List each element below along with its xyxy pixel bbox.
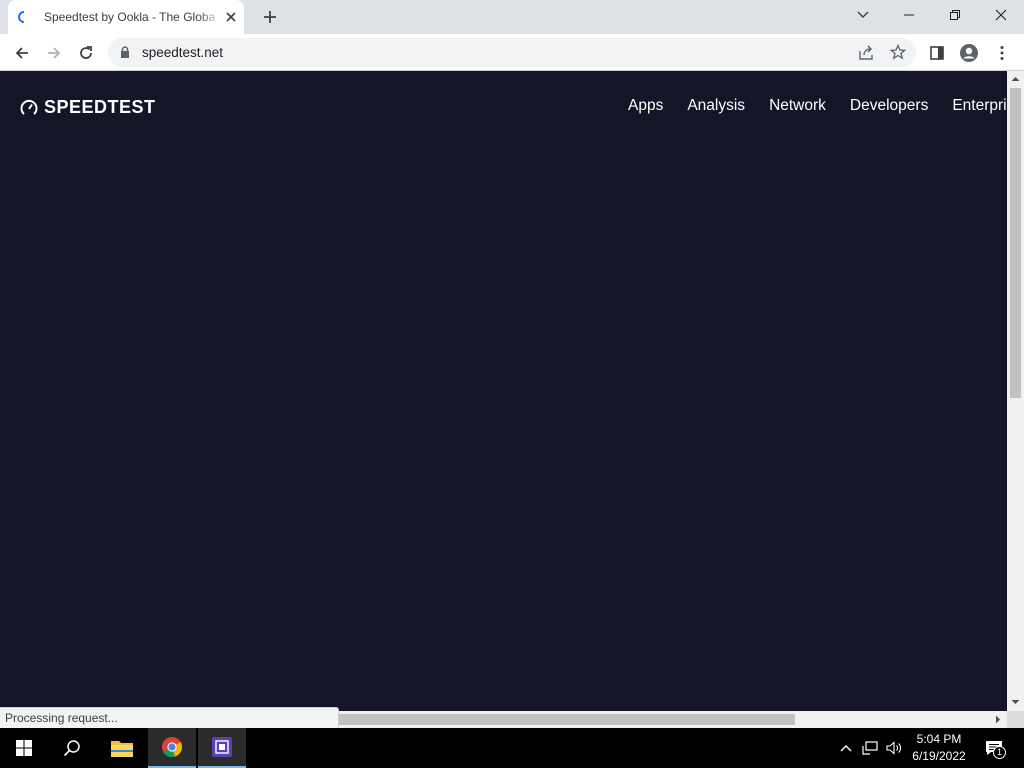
menu-button[interactable] xyxy=(988,39,1016,67)
file-explorer-icon xyxy=(111,741,133,757)
close-icon xyxy=(995,9,1007,21)
address-bar[interactable]: speedtest.net xyxy=(108,38,916,67)
scroll-right-arrow-icon[interactable] xyxy=(994,715,1002,724)
tab-title: Speedtest by Ookla - The Global Broadban… xyxy=(44,10,216,24)
share-icon[interactable] xyxy=(858,45,874,61)
restore-button[interactable] xyxy=(932,0,978,30)
windows-start-icon xyxy=(16,740,32,756)
nav-enterprise[interactable]: Enterprise xyxy=(952,97,1007,115)
status-bubble: Processing request... xyxy=(0,707,339,728)
chevron-down-icon xyxy=(857,11,869,18)
chevron-up-icon xyxy=(840,745,852,752)
side-panel-icon xyxy=(930,46,944,60)
horizontal-scroll-thumb[interactable] xyxy=(339,714,795,725)
action-center-button[interactable]: 1 xyxy=(982,738,1006,759)
nav-developers[interactable]: Developers xyxy=(850,97,928,115)
tab-strip: Speedtest by Ookla - The Global Broadban… xyxy=(0,0,1024,34)
start-button[interactable] xyxy=(0,728,48,768)
vertical-scroll-thumb[interactable] xyxy=(1010,88,1021,398)
close-window-button[interactable] xyxy=(978,0,1024,30)
scroll-down-arrow-icon[interactable] xyxy=(1011,698,1020,706)
vertical-scrollbar[interactable] xyxy=(1007,71,1024,711)
new-tab-icon[interactable] xyxy=(259,6,281,28)
speedtest-favicon-icon xyxy=(18,11,25,23)
main-navigation: Apps Analysis Network Developers Enterpr… xyxy=(628,97,1007,115)
profile-avatar-icon xyxy=(960,44,978,62)
browser-toolbar: speedtest.net xyxy=(0,34,1024,71)
clock-time: 5:04 PM xyxy=(916,732,962,746)
minimize-button[interactable] xyxy=(886,0,932,30)
scroll-up-arrow-icon[interactable] xyxy=(1011,75,1020,83)
network-icon xyxy=(862,741,878,755)
nav-apps[interactable]: Apps xyxy=(628,97,663,115)
nav-analysis[interactable]: Analysis xyxy=(687,97,745,115)
bookmark-star-icon[interactable] xyxy=(890,44,906,60)
nav-network[interactable]: Network xyxy=(769,97,826,115)
network-tray-button[interactable] xyxy=(860,738,880,758)
forward-arrow-icon xyxy=(48,47,61,59)
lock-icon[interactable] xyxy=(120,46,130,58)
more-vertical-icon xyxy=(1000,46,1004,60)
volume-tray-button[interactable] xyxy=(884,738,904,758)
app-icon xyxy=(212,737,232,757)
close-tab-icon[interactable] xyxy=(224,10,238,24)
speaker-volume-icon xyxy=(886,741,901,755)
show-hidden-icons-button[interactable] xyxy=(836,738,856,758)
windows-taskbar: 5:04 PM 6/19/2022 1 xyxy=(0,728,1024,768)
page-viewport: SPEEDTEST Apps Analysis Network Develope… xyxy=(0,71,1007,711)
taskbar-clock[interactable]: 5:04 PM 6/19/2022 xyxy=(906,731,972,765)
profile-button[interactable] xyxy=(955,39,983,67)
file-explorer-button[interactable] xyxy=(98,728,146,768)
speedometer-icon xyxy=(20,99,38,115)
chrome-taskbar-button[interactable] xyxy=(148,728,196,768)
forward-button[interactable] xyxy=(40,39,68,67)
taskbar-search-button[interactable] xyxy=(48,728,96,768)
reload-button[interactable] xyxy=(72,39,100,67)
notification-count-badge: 1 xyxy=(993,746,1006,759)
logo-text: SPEEDTEST xyxy=(44,97,156,117)
reload-icon xyxy=(80,46,92,59)
minimize-icon xyxy=(904,14,914,16)
back-arrow-icon xyxy=(15,47,28,59)
app-taskbar-button[interactable] xyxy=(198,728,246,768)
back-button[interactable] xyxy=(8,39,36,67)
browser-tab[interactable]: Speedtest by Ookla - The Global Broadban… xyxy=(8,0,244,34)
restore-icon xyxy=(950,10,960,20)
tab-search-button[interactable] xyxy=(840,0,886,30)
search-icon xyxy=(63,740,80,757)
clock-date: 6/19/2022 xyxy=(912,749,966,763)
chrome-icon xyxy=(162,737,183,757)
speedtest-logo[interactable]: SPEEDTEST xyxy=(20,97,156,118)
side-panel-button[interactable] xyxy=(923,39,951,67)
url-text: speedtest.net xyxy=(142,45,224,60)
